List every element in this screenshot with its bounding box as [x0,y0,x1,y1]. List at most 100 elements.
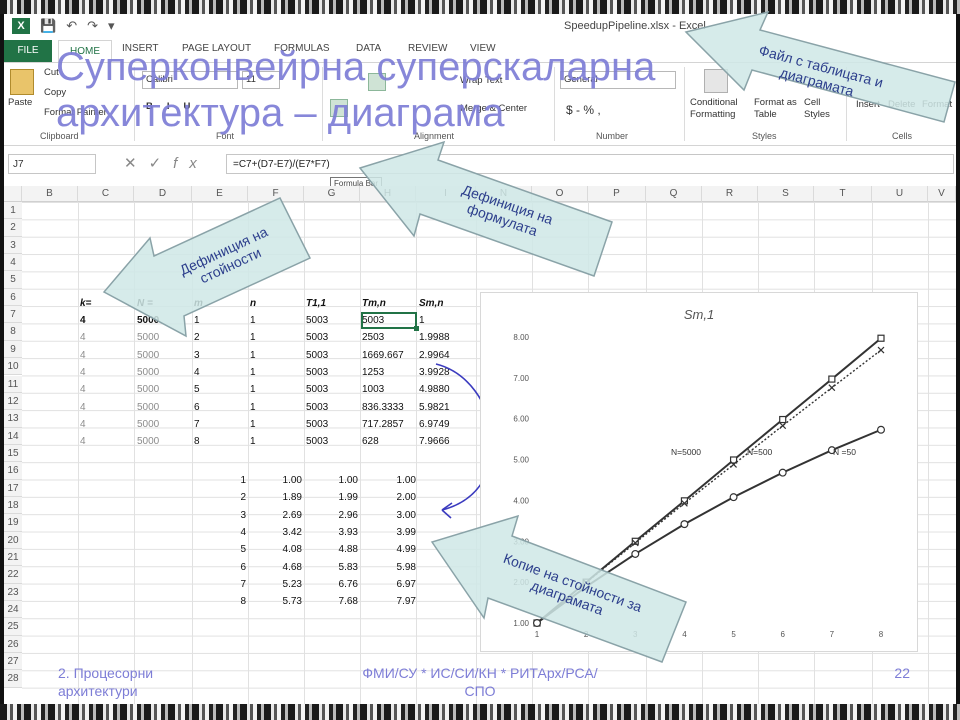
cell-styles-button[interactable]: Cell Styles [804,97,840,121]
save-icon[interactable]: 💾 [40,18,56,34]
table-cell-tmn[interactable]: 1003 [362,381,384,398]
table-cell-m[interactable]: 6 [194,399,200,416]
copy-cell-a[interactable]: 1.89 [248,489,302,506]
table-cell-n[interactable]: 1 [250,416,256,433]
table-cell-m[interactable]: 2 [194,329,200,346]
row-header[interactable]: 24 [4,601,22,619]
row-header[interactable]: 2 [4,219,22,237]
row-header[interactable]: 16 [4,462,22,480]
copy-cell-c[interactable]: 3.00 [360,507,416,524]
header-m[interactable]: m [194,295,203,312]
column-header[interactable]: O [532,186,588,202]
table-cell-m[interactable]: 1 [194,312,200,329]
table-cell-k[interactable]: 4 [80,416,86,433]
copy-cell-c[interactable]: 6.97 [360,576,416,593]
row-header[interactable]: 3 [4,236,22,255]
copy-cell-a[interactable]: 4.08 [248,541,302,558]
table-cell-t11[interactable]: 5003 [306,347,328,364]
copy-cell-b[interactable]: 1.00 [304,472,358,489]
row-header[interactable]: 13 [4,410,22,428]
table-cell-m[interactable]: 8 [194,433,200,450]
copy-cell-b[interactable]: 5.83 [304,559,358,576]
column-header[interactable]: B [22,186,78,202]
copy-cell-c[interactable]: 7.97 [360,593,416,610]
row-header[interactable]: 6 [4,288,22,307]
row-header[interactable]: 9 [4,340,22,359]
row-header[interactable]: 15 [4,444,22,463]
redo-icon[interactable]: ↷ [87,18,98,34]
table-cell-k[interactable]: 4 [80,381,86,398]
table-cell-m[interactable]: 4 [194,364,200,381]
copy-cell-c[interactable]: 2.00 [360,489,416,506]
header-n[interactable]: n [250,295,256,312]
header-t11[interactable]: T1,1 [306,295,326,312]
copy-cell-b[interactable]: 3.93 [304,524,358,541]
table-cell-tmn[interactable]: 1669.667 [362,347,404,364]
table-cell-n[interactable]: 1 [250,381,256,398]
header-n-count[interactable]: N = [137,295,153,312]
table-cell-n[interactable]: 5000 [137,416,159,433]
row-header[interactable]: 4 [4,254,22,272]
column-header[interactable]: S [758,186,814,202]
copy-cell-b[interactable]: 4.88 [304,541,358,558]
row-header[interactable]: 22 [4,566,22,584]
copy-cell-a[interactable]: 5.23 [248,576,302,593]
copy-cell-b[interactable]: 1.99 [304,489,358,506]
table-cell-k[interactable]: 4 [80,312,86,329]
table-cell-n[interactable]: 5000 [137,399,159,416]
row-header[interactable]: 19 [4,514,22,532]
copy-cell-a[interactable]: 3.42 [248,524,302,541]
table-cell-k[interactable]: 4 [80,329,86,346]
copy-cell-m[interactable]: 5 [192,541,246,558]
column-header[interactable]: F [248,186,304,202]
row-header[interactable]: 21 [4,549,22,567]
table-cell-t11[interactable]: 5003 [306,381,328,398]
copy-cell-c[interactable]: 5.98 [360,559,416,576]
table-cell-n[interactable]: 1 [250,312,256,329]
column-header[interactable]: U [872,186,928,202]
copy-cell-a[interactable]: 5.73 [248,593,302,610]
select-all-corner[interactable] [4,186,22,202]
table-cell-smn[interactable]: 1.9988 [419,329,450,346]
column-header[interactable]: E [192,186,248,202]
table-cell-tmn[interactable]: 628 [362,433,379,450]
column-header[interactable]: T [814,186,872,202]
table-cell-t11[interactable]: 5003 [306,364,328,381]
header-tmn[interactable]: Tm,n [362,295,386,312]
copy-cell-c[interactable]: 4.99 [360,541,416,558]
column-header[interactable]: Q [646,186,702,202]
copy-cell-m[interactable]: 3 [192,507,246,524]
table-cell-t11[interactable]: 5003 [306,399,328,416]
table-cell-n[interactable]: 5000 [137,347,159,364]
table-cell-n[interactable]: 1 [250,364,256,381]
copy-cell-b[interactable]: 2.96 [304,507,358,524]
copy-cell-a[interactable]: 4.68 [248,559,302,576]
row-header[interactable]: 7 [4,306,22,324]
paste-icon[interactable] [10,69,34,95]
table-cell-k[interactable]: 4 [80,347,86,364]
table-cell-tmn[interactable]: 836.3333 [362,399,404,416]
copy-cell-m[interactable]: 4 [192,524,246,541]
table-cell-tmn[interactable]: 2503 [362,329,384,346]
table-cell-n[interactable]: 1 [250,347,256,364]
table-cell-m[interactable]: 5 [194,381,200,398]
formula-input[interactable]: =C7+(D7-E7)/(E7*F7) [226,154,954,174]
row-header[interactable]: 26 [4,635,22,654]
table-cell-smn[interactable]: 1 [419,312,425,329]
column-header[interactable]: C [78,186,134,202]
format-as-table-button[interactable]: Format as Table [754,97,802,121]
table-cell-k[interactable]: 4 [80,433,86,450]
table-cell-n[interactable]: 1 [250,399,256,416]
row-header[interactable]: 10 [4,358,22,376]
copy-cell-c[interactable]: 1.00 [360,472,416,489]
row-header[interactable]: 23 [4,583,22,602]
table-cell-m[interactable]: 3 [194,347,200,364]
row-header[interactable]: 8 [4,323,22,341]
column-header[interactable]: V [928,186,956,202]
table-cell-m[interactable]: 7 [194,416,200,433]
column-header[interactable]: P [588,186,646,202]
row-header[interactable]: 1 [4,202,22,220]
table-cell-n[interactable]: 5000 [137,364,159,381]
copy-cell-b[interactable]: 6.76 [304,576,358,593]
row-header[interactable]: 11 [4,375,22,393]
